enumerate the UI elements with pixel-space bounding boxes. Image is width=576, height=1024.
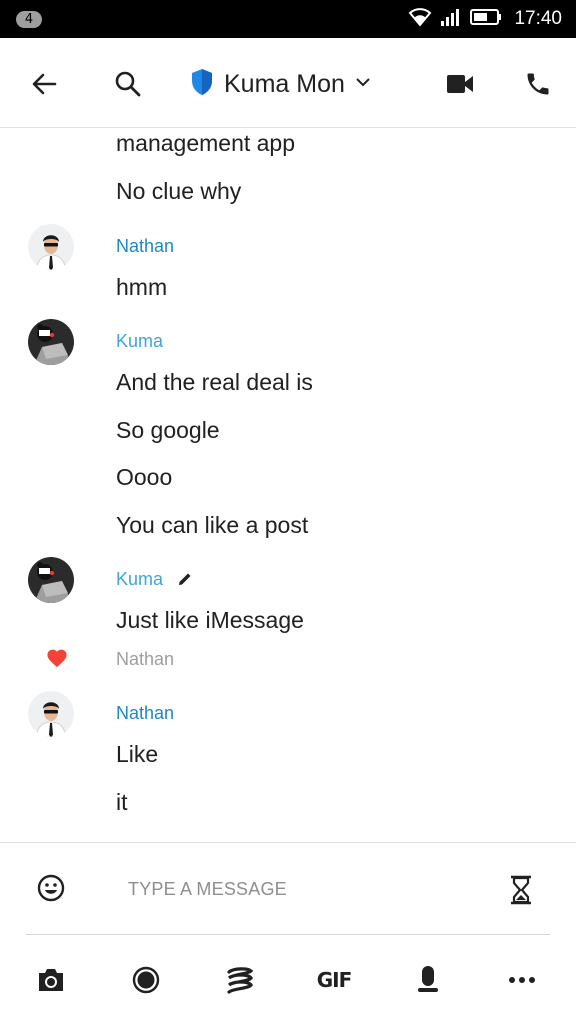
battery-icon	[470, 8, 502, 31]
conversation-title-button[interactable]: Kuma Mon	[190, 64, 371, 104]
sender-name[interactable]: Nathan	[116, 703, 174, 724]
chevron-down-icon	[355, 75, 371, 93]
sender-name[interactable]: Kuma	[116, 331, 163, 352]
message-text[interactable]: Oooo	[116, 464, 172, 491]
message-text[interactable]: No clue why	[116, 178, 241, 205]
avatar-kuma[interactable]	[28, 319, 74, 365]
emoji-icon[interactable]	[36, 873, 66, 908]
avatar-nathan[interactable]	[28, 224, 74, 270]
message-text[interactable]: management app	[116, 130, 295, 157]
attachment-toolbar: GIF	[0, 946, 576, 1016]
composer-divider	[26, 934, 550, 935]
message-text[interactable]: Like	[116, 741, 158, 768]
message-composer: TYPE A MESSAGE	[0, 842, 576, 936]
wifi-icon	[408, 7, 432, 32]
app-bar: Kuma Mon	[0, 38, 576, 128]
status-bar: 4 17:40	[0, 0, 576, 38]
record-icon[interactable]	[126, 960, 166, 1000]
sender-name[interactable]: Nathan	[116, 236, 174, 257]
camera-icon[interactable]	[31, 960, 71, 1000]
message-text[interactable]: And the real deal is	[116, 369, 313, 396]
avatar-kuma[interactable]	[28, 557, 74, 603]
search-icon[interactable]	[108, 64, 148, 104]
avatar-nathan[interactable]	[28, 691, 74, 737]
message-text[interactable]: You can like a post	[116, 512, 308, 539]
signal-icon	[440, 8, 462, 31]
sticker-icon[interactable]	[220, 960, 260, 1000]
message-text[interactable]: hmm	[116, 274, 167, 301]
conversation-title: Kuma Mon	[224, 69, 345, 98]
message-text[interactable]: it	[116, 789, 128, 816]
hourglass-icon[interactable]	[508, 875, 534, 910]
microphone-icon[interactable]	[408, 960, 448, 1000]
status-icons: 17:40	[408, 0, 562, 38]
more-icon[interactable]	[502, 960, 542, 1000]
message-list[interactable]: management app No clue why Nathan hmm Ku…	[0, 128, 576, 842]
message-input[interactable]: TYPE A MESSAGE	[128, 879, 287, 900]
back-arrow-icon[interactable]	[24, 64, 64, 104]
clock: 17:40	[514, 8, 562, 29]
sender-name[interactable]: Kuma	[116, 569, 163, 590]
shield-icon	[190, 68, 214, 101]
phone-icon[interactable]	[518, 64, 558, 104]
gif-label: GIF	[316, 968, 353, 992]
notification-count-badge: 4	[16, 11, 42, 28]
message-text[interactable]: So google	[116, 417, 220, 444]
message-text[interactable]: Just like iMessage	[116, 607, 304, 634]
reaction-author: Nathan	[116, 649, 175, 669]
video-call-icon[interactable]	[440, 64, 480, 104]
edited-pencil-icon	[177, 571, 193, 592]
heart-reaction-icon[interactable]	[46, 648, 68, 673]
gif-button[interactable]: GIF	[314, 960, 354, 1000]
